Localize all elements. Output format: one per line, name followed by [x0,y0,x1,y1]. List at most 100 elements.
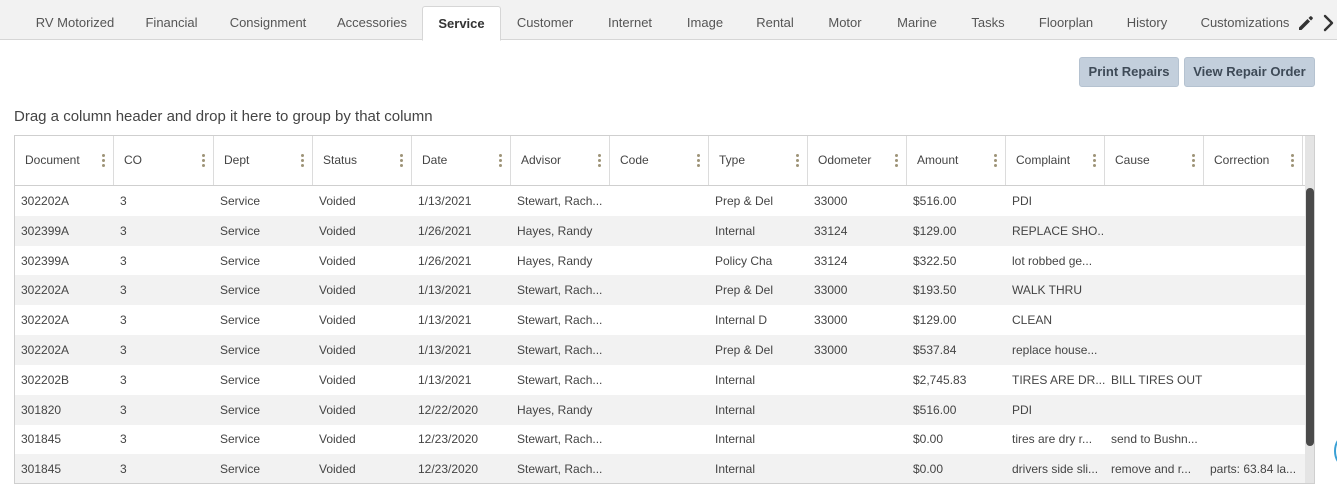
column-header-correction[interactable]: Correction [1204,136,1303,185]
column-header-odometer[interactable]: Odometer [808,136,907,185]
column-menu-kebab-icon[interactable] [1093,154,1096,168]
column-header-cause[interactable]: Cause [1105,136,1204,185]
tab-marine[interactable]: Marine [886,6,948,40]
print-repairs-button[interactable]: Print Repairs [1079,57,1179,87]
cell-co: 3 [120,283,127,298]
group-by-drop-zone[interactable]: Drag a column header and drop it here to… [14,108,433,125]
scrollbar-thumb[interactable] [1306,188,1314,446]
table-row[interactable]: 302202A 3 Service Voided 1/13/2021 Stewart, R… [15,275,1305,306]
cell-type: Internal [715,223,756,238]
cell-type: Internal [715,462,756,477]
table-row[interactable]: 302202A 3 Service Voided 1/13/2021 Stewart, R… [15,186,1305,216]
cell-correction [1204,275,1303,305]
cell-document: 302202A [21,194,70,208]
tab-customizations[interactable]: Customizations [1194,6,1296,40]
tab-service[interactable]: Service [422,6,501,41]
pencil-icon[interactable] [1296,13,1316,33]
column-menu-kebab-icon[interactable] [796,154,799,168]
cell-complaint: drivers side sli... [1012,462,1099,477]
cell-correction [1204,365,1303,395]
table-row[interactable]: 301845 3 Service Voided 12/23/2020 Stewart, R… [15,424,1305,454]
cell-complaint: WALK THRU [1012,283,1083,298]
column-header-date[interactable]: Date [412,136,511,185]
cell-status: Voided [319,194,356,208]
table-row[interactable]: 302399A 3 Service Voided 1/26/2021 Hayes, Ran… [15,215,1305,246]
column-header-status[interactable]: Status [313,136,412,185]
cell-date: 12/23/2020 [418,432,479,447]
cell-cause [1105,395,1204,425]
tab-motor[interactable]: Motor [817,6,873,40]
column-header-type[interactable]: Type [709,136,808,185]
column-header-label: Type [719,153,746,167]
tab-consignment[interactable]: Consignment [218,6,318,40]
cell-complaint: lot robbed ge... [1012,253,1093,268]
tab-tasks[interactable]: Tasks [962,6,1014,40]
column-menu-kebab-icon[interactable] [1192,154,1195,168]
cell-amount: $2,745.83 [913,372,967,387]
view-repair-order-button[interactable]: View Repair Order [1184,57,1315,87]
column-menu-kebab-icon[interactable] [301,154,304,168]
cell-cause [1105,246,1204,276]
tab-rental[interactable]: Rental [746,6,804,40]
table-row[interactable]: 302202A 3 Service Voided 1/13/2021 Stewart, R… [15,335,1305,365]
table-row[interactable]: 302202A 3 Service Voided 1/13/2021 Stewart, R… [15,305,1305,335]
tab-accessories[interactable]: Accessories [326,6,418,40]
table-row[interactable]: 301820 3 Service Voided 12/22/2020 Hayes, Ran… [15,394,1305,425]
tab-image[interactable]: Image [676,6,734,40]
column-header-dept[interactable]: Dept [214,136,313,185]
cell-correction [1204,216,1303,246]
cell-document: 301820 [21,402,62,417]
vertical-scrollbar[interactable] [1305,136,1314,483]
cell-type: Internal D [715,313,768,328]
cell-dept: Service [220,194,261,208]
cell-type: Prep & Del [715,283,774,298]
column-menu-kebab-icon[interactable] [598,154,601,168]
tab-financial[interactable]: Financial [134,6,209,40]
column-menu-kebab-icon[interactable] [202,154,205,168]
column-header-advisor[interactable]: Advisor [511,136,610,185]
cell-advisor: Hayes, Randy [517,402,593,417]
table-row[interactable]: 302202B 3 Service Voided 1/13/2021 Stewart, R… [15,365,1305,395]
cell-correction [1204,424,1303,454]
cell-type: Internal [715,372,756,387]
column-menu-kebab-icon[interactable] [400,154,403,168]
cell-complaint: tires are dry r... [1012,432,1093,447]
cell-odometer: 33000 [814,343,848,357]
column-menu-kebab-icon[interactable] [1291,154,1294,168]
column-menu-kebab-icon[interactable] [697,154,700,168]
column-header-label: Complaint [1016,153,1071,167]
column-menu-kebab-icon[interactable] [102,154,105,168]
column-menu-kebab-icon[interactable] [895,154,898,168]
cell-dept: Service [220,402,261,417]
chevron-right-icon[interactable] [1322,13,1336,33]
cell-code [610,186,709,216]
cell-date: 1/13/2021 [418,372,472,387]
column-header-amount[interactable]: Amount [907,136,1006,185]
cell-amount: $0.00 [913,462,944,477]
column-header-code[interactable]: Code [610,136,709,185]
cell-date: 12/23/2020 [418,462,479,477]
cell-odometer [808,454,907,483]
cell-status: Voided [319,462,356,477]
tab-history[interactable]: History [1116,6,1178,40]
cell-correction [1204,246,1303,276]
cell-code [610,275,709,305]
column-menu-kebab-icon[interactable] [499,154,502,168]
cell-dept: Service [220,462,261,477]
tab-customer[interactable]: Customer [506,6,584,40]
column-menu-kebab-icon[interactable] [994,154,997,168]
tab-internet[interactable]: Internet [596,6,664,40]
tab-bar: RV Motorized Financial Consignment Acces… [0,0,1337,41]
table-row[interactable]: 302399A 3 Service Voided 1/26/2021 Hayes, Ran… [15,246,1305,276]
cell-status: Voided [319,313,356,328]
cell-type: Prep & Del [715,194,774,208]
tab-rv-motorized[interactable]: RV Motorized [24,6,126,40]
column-header-complaint[interactable]: Complaint [1006,136,1105,185]
column-header-document[interactable]: Document [15,136,114,185]
table-row[interactable]: 301845 3 Service Voided 12/23/2020 Stewart, R… [15,454,1305,483]
tab-floorplan[interactable]: Floorplan [1030,6,1102,40]
cell-correction [1204,305,1303,335]
cell-document: 302202A [21,283,70,298]
column-header-co[interactable]: CO [114,136,214,185]
cell-cause: BILL TIRES OUT [1111,372,1203,387]
